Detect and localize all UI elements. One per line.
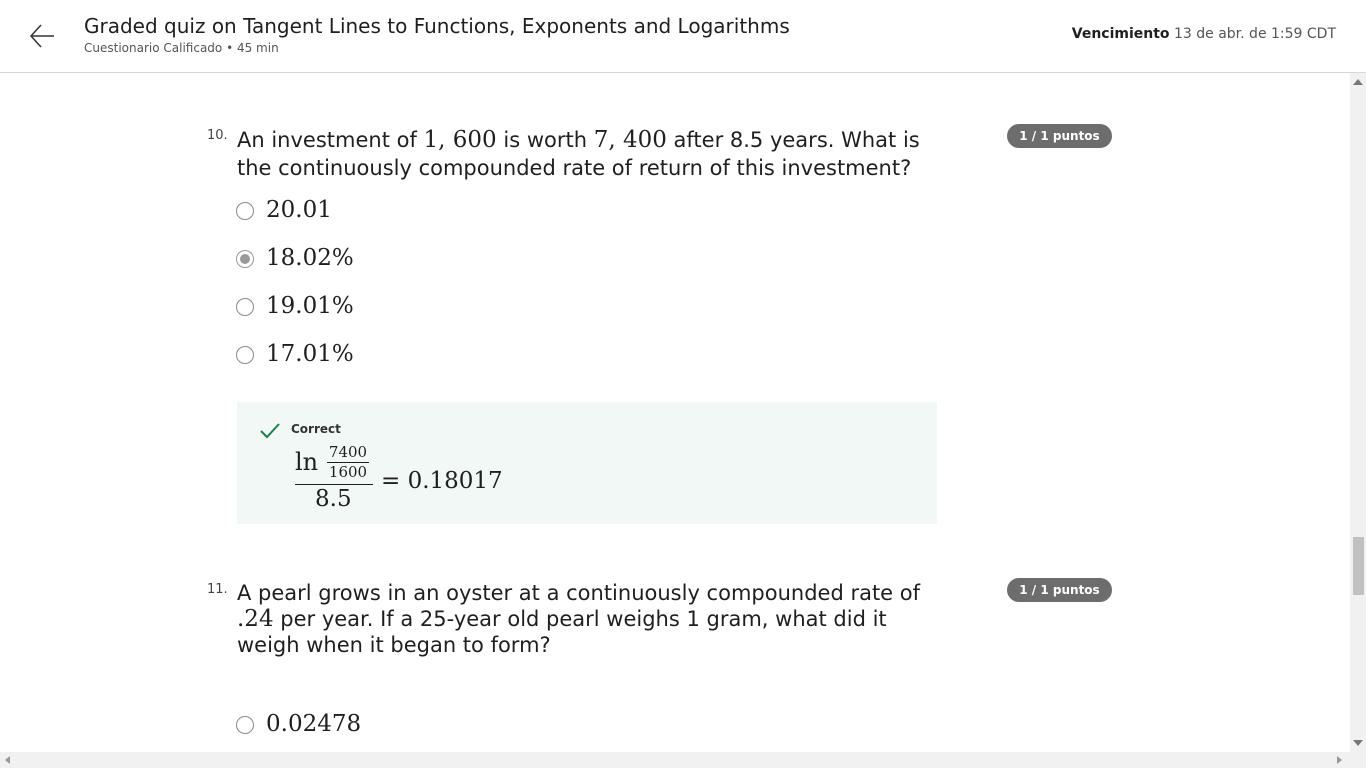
radio-button[interactable] (236, 298, 254, 316)
option-label: 19.01% (266, 293, 354, 319)
fraction-numerator: 7400 (328, 443, 368, 461)
checkmark-icon (260, 423, 280, 439)
page-subtitle: Cuestionario Calificado • 45 min (84, 41, 279, 55)
question-text: An investment of 1, 600 is worth 7, 400 … (237, 126, 937, 182)
question-number: 11. (207, 582, 228, 597)
question-text-part: An investment of (237, 128, 424, 152)
option-label: 17.01% (266, 341, 354, 367)
ln-symbol: ln (295, 448, 319, 476)
question-text-part: per year. If a 25-year old pearl weighs … (237, 607, 887, 657)
vertical-scrollbar[interactable] (1350, 73, 1366, 752)
main-fraction-bar (295, 484, 373, 485)
math-value: .24 (237, 606, 274, 632)
quiz-content: 10. An investment of 1, 600 is worth 7, … (0, 73, 1350, 751)
option-label: 20.01 (266, 197, 332, 223)
scrollbar-corner (1350, 752, 1366, 768)
arrow-left-icon (29, 24, 54, 48)
radio-button-selected[interactable] (236, 250, 254, 268)
back-button[interactable] (28, 22, 56, 50)
scroll-right-arrow-icon[interactable] (1337, 756, 1342, 764)
question-number: 10. (207, 128, 228, 143)
scroll-up-arrow-icon[interactable] (1353, 79, 1363, 85)
score-badge: 1 / 1 puntos (1007, 578, 1112, 602)
radio-button[interactable] (236, 202, 254, 220)
scroll-thumb[interactable] (1353, 537, 1364, 595)
quiz-header: Graded quiz on Tangent Lines to Function… (0, 0, 1366, 73)
scroll-down-arrow-icon[interactable] (1353, 740, 1363, 746)
radio-button[interactable] (236, 346, 254, 364)
formula-result: = 0.18017 (381, 468, 503, 494)
score-badge: 1 / 1 puntos (1007, 124, 1112, 148)
inner-fraction: 7400 1600 (327, 444, 369, 481)
math-value: 7, 400 (593, 127, 667, 153)
feedback-status: Correct (291, 422, 341, 436)
option-label: 18.02% (266, 245, 354, 271)
fraction-denominator: 1600 (328, 463, 368, 481)
main-denominator: 8.5 (315, 486, 352, 512)
question-text-part: is worth (496, 128, 594, 152)
option-label: 0.02478 (266, 711, 362, 737)
feedback-panel: Correct ln 7400 1600 8.5 = 0.18017 (237, 402, 937, 524)
due-label: Vencimiento (1071, 26, 1170, 42)
question-text-part: A pearl grows in an oyster at a continuo… (237, 581, 921, 605)
horizontal-scrollbar[interactable] (0, 752, 1350, 768)
due-value: 13 de abr. de 1:59 CDT (1174, 26, 1336, 42)
math-value: 1, 600 (423, 127, 497, 153)
scroll-left-arrow-icon[interactable] (5, 756, 10, 764)
radio-button[interactable] (236, 716, 254, 734)
page-title: Graded quiz on Tangent Lines to Function… (84, 14, 790, 38)
question-text: A pearl grows in an oyster at a continuo… (237, 580, 949, 658)
due-date: Vencimiento 13 de abr. de 1:59 CDT (1072, 26, 1336, 42)
